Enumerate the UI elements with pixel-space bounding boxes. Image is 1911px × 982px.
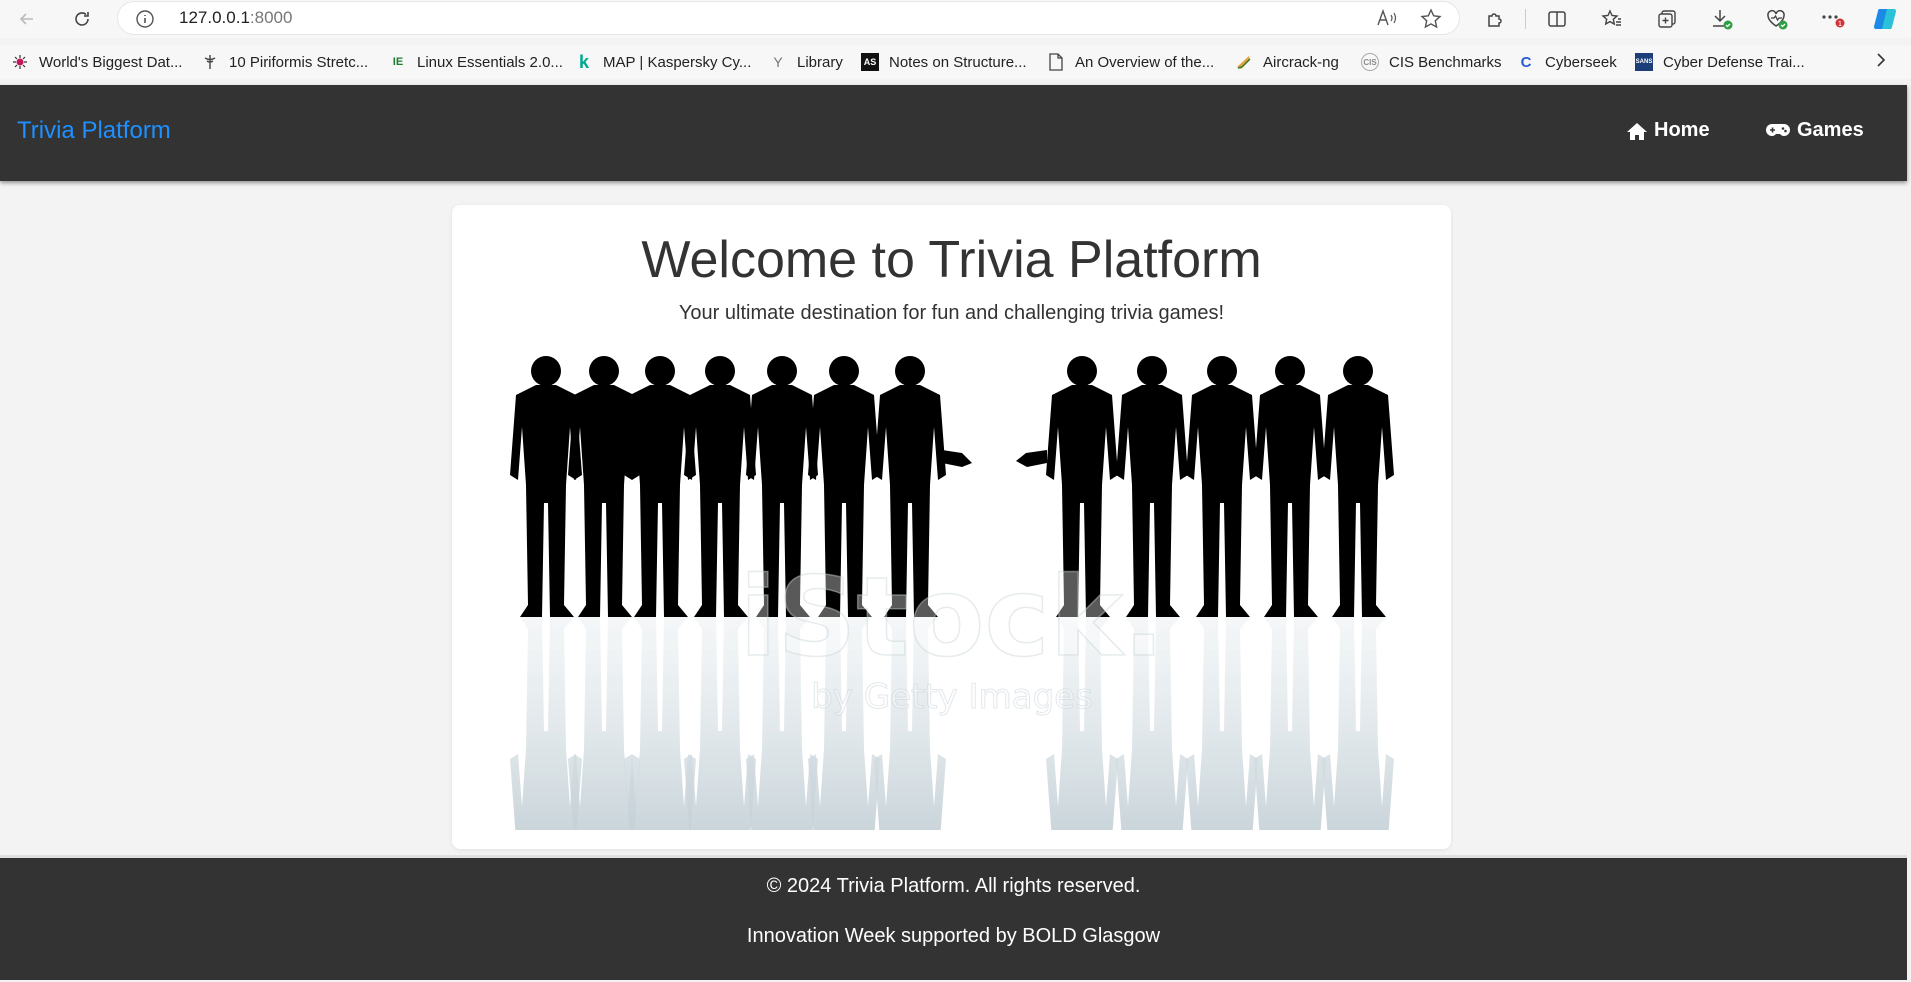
hero-image: iStock. by Getty Images <box>492 356 1412 830</box>
bookmark-label: An Overview of the... <box>1075 53 1215 71</box>
nav-home-link[interactable]: Home <box>1626 119 1710 142</box>
extensions-icon[interactable] <box>1481 4 1511 34</box>
library-icon: Y <box>773 54 783 70</box>
cyberseek-icon: C <box>1520 53 1532 71</box>
bookmark-label: Notes on Structure... <box>889 53 1027 71</box>
kaspersky-icon: k <box>578 51 589 72</box>
bookmark-item[interactable]: IE Linux Essentials 2.0... <box>389 51 563 73</box>
page-subtitle: Your ultimate destination for fun and ch… <box>678 302 1225 324</box>
bookmark-label: Linux Essentials 2.0... <box>417 53 563 71</box>
downloads-icon[interactable] <box>1707 4 1737 34</box>
bookmark-item[interactable]: C Cyberseek <box>1517 51 1617 73</box>
nav-games-link[interactable]: Games <box>1765 119 1864 142</box>
page-title: Welcome to Trivia Platform <box>641 231 1262 289</box>
watermark-istock: iStock. <box>739 553 1164 681</box>
collections-icon[interactable] <box>1652 4 1682 34</box>
bookmark-label: MAP | Kaspersky Cy... <box>603 53 752 71</box>
toolbar-divider <box>1525 9 1526 29</box>
sans-logo-icon: SANS <box>1635 53 1653 71</box>
bookmark-label: Library <box>797 53 843 71</box>
bookmark-label: Aircrack-ng <box>1263 53 1339 71</box>
settings-more-icon[interactable]: 1 <box>1818 4 1848 34</box>
site-info-icon[interactable] <box>135 9 155 34</box>
browser-toolbar: 127.0.0.1:8000 1 <box>0 0 1911 38</box>
bookmark-label: Cyberseek <box>1545 53 1617 71</box>
bookmark-item[interactable]: Y Library <box>769 51 843 73</box>
page-footer: © 2024 Trivia Platform. All rights reser… <box>0 855 1907 980</box>
bookmark-label: Cyber Defense Trai... <box>1663 53 1805 71</box>
virus-icon <box>11 53 29 71</box>
bookmark-item[interactable]: SANS Cyber Defense Trai... <box>1635 51 1805 73</box>
welcome-card: Welcome to Trivia Platform Your ultimate… <box>452 205 1451 849</box>
bookmark-label: World's Biggest Dat... <box>39 53 183 71</box>
reload-icon <box>75 12 89 26</box>
medical-icon <box>201 53 219 71</box>
bookmarks-bar: World's Biggest Dat... 10 Piriformis Str… <box>0 45 1911 79</box>
bookmark-item[interactable]: Aircrack-ng <box>1235 51 1339 73</box>
bookmark-item[interactable]: 10 Piriformis Stretc... <box>201 51 368 73</box>
bookmark-label: 10 Piriformis Stretc... <box>229 53 369 71</box>
document-icon <box>1047 53 1065 71</box>
back-arrow-icon <box>19 13 33 25</box>
brand-link[interactable]: Trivia Platform <box>17 117 171 145</box>
app-navbar: Trivia Platform Home Games <box>0 85 1907 181</box>
favorite-star-icon[interactable] <box>1420 8 1442 35</box>
aircrack-icon <box>1235 53 1253 71</box>
bookmark-label: CIS Benchmarks <box>1389 53 1502 71</box>
watermark-getty: by Getty Images <box>811 677 1093 717</box>
bookmark-item[interactable]: An Overview of the... <box>1047 51 1214 73</box>
home-icon <box>1627 122 1647 140</box>
gamepad-icon <box>1766 123 1790 136</box>
svg-text:1: 1 <box>1838 20 1842 28</box>
bookmark-item[interactable]: AS Notes on Structure... <box>861 51 1027 73</box>
footer-support-text: Innovation Week supported by BOLD Glasgo… <box>746 925 1161 947</box>
reload-button[interactable] <box>67 4 97 34</box>
url-text[interactable]: 127.0.0.1:8000 <box>179 8 292 28</box>
url-port: :8000 <box>249 8 293 27</box>
read-aloud-icon[interactable] <box>1376 8 1398 33</box>
bookmarks-overflow-chevron-icon[interactable] <box>1875 51 1887 74</box>
ie-logo-icon: IE <box>392 56 404 68</box>
url-host: 127.0.0.1 <box>179 8 250 27</box>
address-bar[interactable]: 127.0.0.1:8000 <box>117 1 1460 35</box>
nav-games-label: Games <box>1797 119 1864 141</box>
cis-logo-icon: CIS <box>1361 53 1379 71</box>
as-logo-icon: AS <box>861 53 879 71</box>
split-screen-icon[interactable] <box>1542 4 1572 34</box>
bookmark-item[interactable]: World's Biggest Dat... <box>11 51 182 73</box>
bookmark-item[interactable]: CIS CIS Benchmarks <box>1361 51 1502 73</box>
favorites-icon[interactable] <box>1597 4 1627 34</box>
copilot-icon[interactable] <box>1870 4 1900 34</box>
back-button[interactable] <box>12 4 42 34</box>
footer-copyright: © 2024 Trivia Platform. All rights reser… <box>766 875 1141 897</box>
browser-essentials-icon[interactable] <box>1762 4 1792 34</box>
bookmark-item[interactable]: k MAP | Kaspersky Cy... <box>575 51 751 73</box>
nav-home-label: Home <box>1654 119 1710 141</box>
